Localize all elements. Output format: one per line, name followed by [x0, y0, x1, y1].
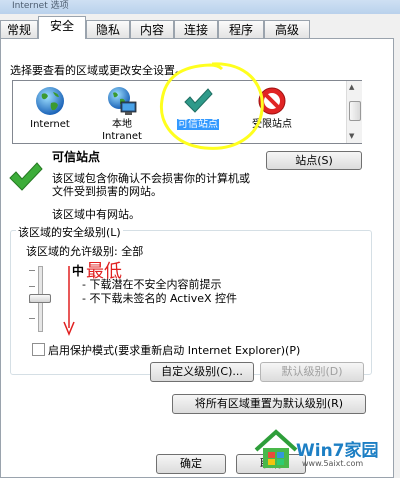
- watermark: Win7家园 www.5aixt.com: [252, 422, 400, 478]
- trusted-check-icon: [9, 162, 43, 191]
- tab-programs[interactable]: 程序: [218, 20, 264, 38]
- protected-mode-checkbox[interactable]: [32, 343, 45, 356]
- allowed-level: 该区域的允许级别: 全部: [26, 245, 144, 258]
- sites-button[interactable]: 站点(S): [266, 151, 362, 170]
- highlight-circle: [159, 62, 264, 150]
- watermark-url: www.5aixt.com: [302, 459, 364, 468]
- zone-list-scrollbar[interactable]: ▲ ▼: [346, 81, 362, 143]
- scroll-up-icon[interactable]: ▲: [349, 83, 354, 91]
- protected-mode-label: 启用保护模式(要求重新启动 Internet Explorer)(P): [48, 344, 301, 357]
- default-level-button[interactable]: 默认级别(D): [260, 362, 364, 382]
- scroll-thumb[interactable]: [349, 101, 361, 121]
- window-title: Internet 选项: [12, 1, 69, 11]
- zone-has-sites: 该区域中有网站。: [52, 208, 140, 221]
- tab-privacy[interactable]: 隐私: [86, 20, 130, 38]
- slider-thumb[interactable]: [29, 294, 51, 303]
- tab-content[interactable]: 内容: [130, 20, 174, 38]
- security-slider[interactable]: [29, 266, 51, 332]
- tab-general[interactable]: 常规: [0, 20, 38, 38]
- reset-all-zones-button[interactable]: 将所有区域重置为默认级别(R): [172, 394, 366, 414]
- globe-icon: [36, 87, 64, 115]
- window-titlebar: Internet 选项: [0, 0, 400, 14]
- zone-internet[interactable]: Internet: [15, 83, 85, 141]
- security-bullet-2: - 不下载未签名的 ActiveX 控件: [82, 292, 238, 305]
- zone-internet-label: Internet: [30, 119, 70, 130]
- tab-connections[interactable]: 连接: [174, 20, 218, 38]
- zone-intranet[interactable]: 本地 Intranet: [87, 83, 157, 143]
- ok-button[interactable]: 确定: [156, 454, 226, 474]
- tab-security[interactable]: 安全: [38, 16, 86, 39]
- zone-title: 可信站点: [52, 150, 101, 164]
- security-level-label: 该区域的安全级别(L): [16, 224, 123, 240]
- annotation-arrow: [63, 266, 75, 336]
- zone-description-2: 文件受到损害的网站。: [52, 185, 162, 198]
- intranet-icon: [108, 87, 137, 115]
- zone-intranet-label-1: 本地: [112, 119, 132, 130]
- zone-intranet-label: 本地 Intranet: [87, 119, 157, 143]
- house-logo-icon: [254, 429, 298, 468]
- watermark-brand: Win7家园: [296, 441, 379, 461]
- scroll-down-icon[interactable]: ▼: [349, 132, 354, 140]
- zone-intranet-label-2: Intranet: [102, 131, 142, 142]
- tab-advanced[interactable]: 高级: [264, 20, 310, 38]
- custom-level-button[interactable]: 自定义级别(C)...: [150, 362, 254, 382]
